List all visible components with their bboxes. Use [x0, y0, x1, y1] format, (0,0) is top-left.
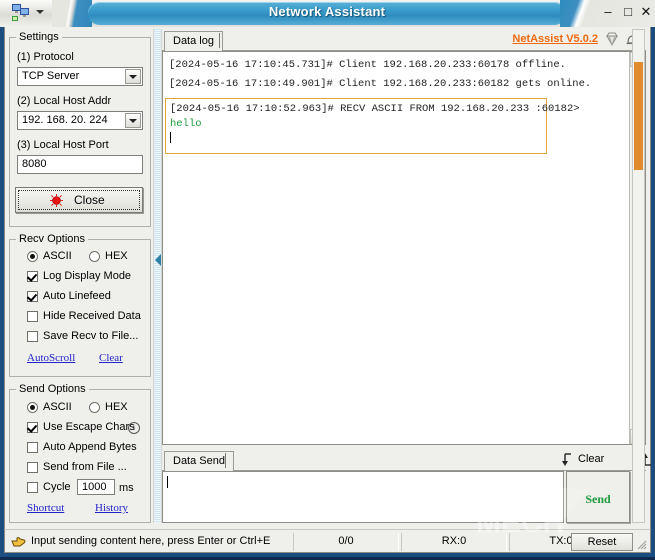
data-send-area: Send — [162, 471, 646, 523]
window-title: Network Assistant — [268, 4, 386, 19]
title-bar: Network Assistant – □ ✕ — [0, 0, 655, 27]
protocol-select[interactable]: TCP Server — [17, 67, 143, 86]
connect-toggle-label: Close — [74, 193, 105, 207]
local-host-addr-select[interactable]: 192. 168. 20. 224 — [17, 111, 143, 130]
send-tab-separator — [225, 453, 226, 468]
send-button[interactable]: Send — [566, 471, 630, 523]
log-text-content: [2024-05-16 17:10:45.731]# Client 192.16… — [165, 56, 621, 442]
outer-scrollbar-thumb[interactable] — [634, 62, 643, 170]
reset-button[interactable]: Reset — [571, 533, 633, 551]
recv-save-file-checkbox[interactable] — [27, 331, 38, 342]
cycle-checkbox[interactable] — [27, 482, 38, 493]
panel-splitter[interactable] — [153, 29, 162, 523]
settings-group-label: Settings — [19, 31, 59, 43]
brand-label[interactable]: NetAssist V5.0.2 — [512, 33, 598, 45]
right-content-area: Data log NetAssist V5.0.2 [2024-05-16 17… — [162, 29, 651, 523]
recv-ascii-radio[interactable] — [27, 251, 38, 262]
local-host-port-value: 8080 — [22, 158, 47, 170]
recv-clear-link[interactable]: Clear — [99, 352, 123, 364]
send-from-file-checkbox[interactable] — [27, 462, 38, 473]
network-computers-icon[interactable] — [12, 4, 30, 21]
left-settings-panel: Settings (1) Protocol TCP Server (2) Loc… — [9, 29, 151, 523]
cycle-label: Cycle — [43, 481, 71, 493]
recv-hide-data-label: Hide Received Data — [43, 310, 141, 322]
data-send-tab-strip: Data Send Clear — [162, 449, 651, 471]
status-count: 0/0 — [293, 533, 399, 551]
status-bar: Input sending content here, press Enter … — [4, 529, 651, 553]
cycle-unit-label: ms — [119, 482, 134, 494]
highlighted-log-entry: [2024-05-16 17:10:52.963]# RECV ASCII FR… — [165, 98, 580, 154]
send-input-caret — [167, 476, 168, 488]
shortcut-link[interactable]: Shortcut — [27, 502, 64, 514]
minimize-button[interactable]: – — [600, 4, 616, 20]
local-host-addr-label: (2) Local Host Addr — [17, 95, 112, 107]
autoscroll-link[interactable]: AutoScroll — [27, 352, 75, 364]
auto-append-bytes-checkbox[interactable] — [27, 442, 38, 453]
tab-data-send[interactable]: Data Send — [164, 451, 234, 471]
pointing-hand-icon — [11, 534, 27, 549]
status-led-icon — [50, 194, 63, 207]
send-ascii-radio[interactable] — [27, 402, 38, 413]
protocol-value: TCP Server — [22, 70, 80, 82]
send-options-group-label: Send Options — [19, 383, 86, 395]
auto-append-bytes-label: Auto Append Bytes — [43, 441, 137, 453]
recv-auto-linefeed-label: Auto Linefeed — [43, 290, 111, 302]
history-link[interactable]: History — [95, 502, 128, 514]
connect-toggle-button[interactable]: Close — [15, 187, 143, 213]
local-host-addr-value: 192. 168. 20. 224 — [22, 114, 108, 126]
send-ascii-label: ASCII — [43, 401, 72, 413]
use-escape-chars-label: Use Escape Chars — [43, 421, 135, 433]
gem-icon[interactable] — [604, 31, 620, 47]
protocol-chevron-down-icon[interactable] — [125, 69, 141, 84]
recv-hex-label: HEX — [105, 250, 128, 262]
recv-ascii-label: ASCII — [43, 250, 72, 262]
recv-log-display-label: Log Display Mode — [43, 270, 132, 282]
maximize-button[interactable]: □ — [620, 4, 636, 20]
app-menu-chevron-down-icon[interactable] — [36, 10, 44, 14]
recv-options-group-label: Recv Options — [19, 233, 86, 245]
collapse-left-panel-arrow-icon[interactable] — [155, 254, 161, 266]
recv-auto-linefeed-checkbox[interactable] — [27, 291, 38, 302]
clear-recv-label: Clear — [578, 453, 605, 465]
log-recv-header: [2024-05-16 17:10:52.963]# RECV ASCII FR… — [170, 103, 580, 115]
escape-chars-info-icon[interactable]: i — [128, 422, 140, 434]
cycle-interval-input[interactable]: 1000 — [77, 479, 115, 495]
log-line: [2024-05-16 17:10:45.731]# Client 192.16… — [169, 59, 566, 71]
recv-hide-data-checkbox[interactable] — [27, 311, 38, 322]
resize-grip[interactable] — [635, 538, 647, 550]
data-log-tab-strip: Data log NetAssist V5.0.2 — [162, 29, 646, 51]
recv-hex-radio[interactable] — [89, 251, 100, 262]
send-hex-radio[interactable] — [89, 402, 100, 413]
use-escape-chars-checkbox[interactable] — [27, 422, 38, 433]
tab-separator — [219, 33, 220, 48]
local-host-port-label: (3) Local Host Port — [17, 139, 109, 151]
close-window-button[interactable]: ✕ — [638, 4, 654, 20]
send-input[interactable] — [162, 471, 564, 523]
client-area: Settings (1) Protocol TCP Server (2) Loc… — [4, 27, 651, 553]
status-rx: RX:0 — [401, 533, 507, 551]
send-from-file-label: Send from File ... — [43, 461, 127, 473]
arrow-down-clear-icon — [562, 452, 576, 467]
app-window: Network Assistant – □ ✕ Settings (1) Pro… — [0, 0, 655, 557]
log-caret — [170, 132, 171, 143]
outer-vertical-scrollbar[interactable] — [632, 29, 645, 523]
tab-data-log[interactable]: Data log — [164, 31, 223, 51]
cycle-interval-value: 1000 — [82, 481, 107, 493]
log-recv-payload: hello — [170, 118, 202, 130]
protocol-label: (1) Protocol — [17, 51, 74, 63]
recv-log-display-checkbox[interactable] — [27, 271, 38, 282]
send-button-label: Send — [585, 492, 611, 506]
data-log-output[interactable]: [2024-05-16 17:10:45.731]# Client 192.16… — [162, 51, 646, 445]
local-host-port-input[interactable]: 8080 — [17, 155, 143, 174]
recv-save-file-label: Save Recv to File... — [43, 330, 139, 342]
send-hex-label: HEX — [105, 401, 128, 413]
status-hint-text: Input sending content here, press Enter … — [31, 535, 271, 547]
title-bar-slant — [52, 0, 92, 27]
local-host-addr-chevron-down-icon[interactable] — [125, 113, 141, 128]
log-line: [2024-05-16 17:10:49.901]# Client 192.16… — [169, 78, 592, 90]
